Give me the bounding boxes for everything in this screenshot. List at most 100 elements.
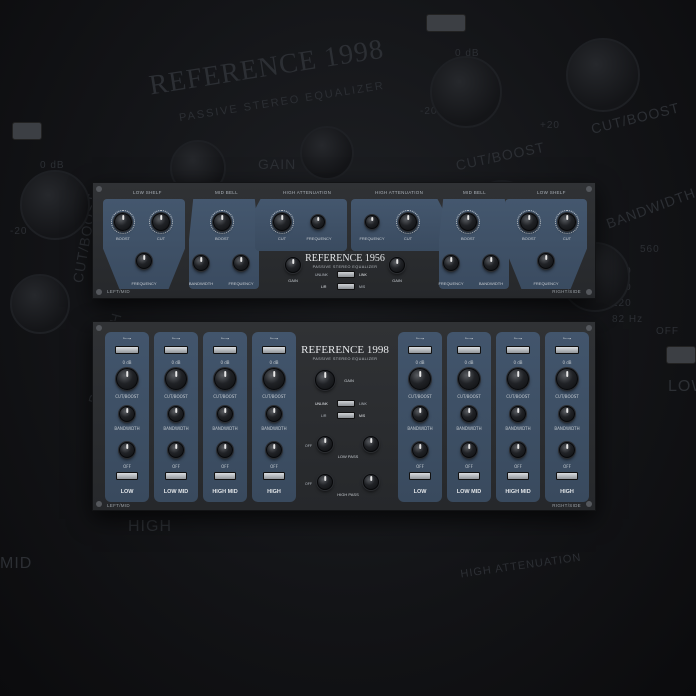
bandwidth-label: BANDWIDTH (114, 426, 140, 431)
band-enable-toggle[interactable] (262, 346, 286, 354)
knob-label: FREQUENCY (533, 281, 559, 286)
cut-boost-knob[interactable] (409, 368, 431, 390)
band-enable-toggle[interactable] (555, 346, 579, 354)
left-low-frequency-knob[interactable] (136, 253, 152, 269)
bandwidth-knob[interactable] (559, 406, 575, 422)
odb-label: 0 dB (171, 360, 181, 365)
band-bypass-toggle[interactable] (116, 472, 138, 480)
frequency-knob[interactable] (412, 442, 428, 458)
screw (586, 501, 592, 507)
cut-boost-knob[interactable] (116, 368, 138, 390)
frequency-knob[interactable] (559, 442, 575, 458)
cut-boost-knob[interactable] (556, 368, 578, 390)
left-high-cut-knob[interactable] (273, 213, 291, 231)
cut-boost-knob[interactable] (165, 368, 187, 390)
left-low-boost-knob[interactable] (114, 213, 132, 231)
band-bypass-toggle[interactable] (458, 472, 480, 480)
left-low-cut-knob[interactable] (152, 213, 170, 231)
band-bypass-toggle[interactable] (165, 472, 187, 480)
right-low-frequency-knob[interactable] (538, 253, 554, 269)
frequency-knob[interactable] (217, 442, 233, 458)
lr-ms-switch[interactable] (337, 283, 355, 290)
bandwidth-knob[interactable] (266, 406, 282, 422)
knob-label: CUT (277, 236, 287, 241)
bg-button (666, 346, 696, 364)
band-bypass-toggle[interactable] (556, 472, 578, 480)
filter-shape-icon: ↼⇁ (513, 336, 523, 342)
bandwidth-knob[interactable] (168, 406, 184, 422)
left-high-pass-knob[interactable] (317, 474, 333, 490)
left-mid-boost-knob[interactable] (213, 213, 231, 231)
bandwidth-knob[interactable] (412, 406, 428, 422)
section-label: LOW SHELF (133, 190, 162, 195)
left-low-pass-knob[interactable] (317, 436, 333, 452)
frequency-knob[interactable] (168, 442, 184, 458)
lr-ms-switch[interactable] (337, 412, 355, 419)
band-bypass-toggle[interactable] (214, 472, 236, 480)
cut-boost-label: CUT/BOOST (555, 394, 579, 399)
band-enable-toggle[interactable] (164, 346, 188, 354)
strip-name: LOW (413, 489, 427, 495)
right-high-cut-knob[interactable] (399, 213, 417, 231)
frequency-knob[interactable] (119, 442, 135, 458)
frequency-knob[interactable] (510, 442, 526, 458)
right-mid-bandwidth-knob[interactable] (483, 255, 499, 271)
bandwidth-knob[interactable] (217, 406, 233, 422)
cut-boost-knob[interactable] (263, 368, 285, 390)
frequency-knob[interactable] (461, 442, 477, 458)
frequency-knob[interactable] (266, 442, 282, 458)
bandwidth-label: BANDWIDTH (163, 426, 189, 431)
bandwidth-knob[interactable] (461, 406, 477, 422)
link-switch[interactable] (337, 271, 355, 278)
band-enable-toggle[interactable] (506, 346, 530, 354)
right-low-cut-knob[interactable] (558, 213, 576, 231)
knob-label: BOOST (460, 236, 476, 241)
off-label: OFF (514, 464, 522, 469)
band-enable-toggle[interactable] (408, 346, 432, 354)
knob-label: BANDWIDTH (188, 281, 214, 286)
section-label: HIGH ATTENUATION (375, 190, 424, 195)
left-high-frequency-knob[interactable] (311, 215, 325, 229)
knob-label: GAIN (392, 278, 402, 283)
bg-highatt-label: HIGH ATTENUATION (459, 551, 583, 581)
lowpass-off-label: OFF (305, 444, 312, 448)
link-switch[interactable] (337, 400, 355, 407)
panel2-subtitle: PASSIVE STEREO EQUALIZER (312, 357, 378, 361)
cut-boost-knob[interactable] (214, 368, 236, 390)
cut-boost-knob[interactable] (507, 368, 529, 390)
bandwidth-knob[interactable] (510, 406, 526, 422)
band-bypass-toggle[interactable] (263, 472, 285, 480)
bandwidth-knob[interactable] (119, 406, 135, 422)
bandwidth-label: BANDWIDTH (261, 426, 287, 431)
cut-boost-knob[interactable] (458, 368, 480, 390)
right-low-pass-knob[interactable] (363, 436, 379, 452)
bg-minus20-left: -20 (10, 226, 28, 237)
right-high-frequency-knob[interactable] (365, 215, 379, 229)
band-bypass-toggle[interactable] (507, 472, 529, 480)
strip-name: HIGH (267, 489, 281, 495)
section-label: MID BELL (215, 190, 238, 195)
band-enable-toggle[interactable] (213, 346, 237, 354)
bg-button (426, 14, 466, 32)
right-side-corner: RIGHT/SIDE (552, 289, 581, 294)
lr-label: L/R (321, 414, 327, 418)
section-label: HIGH ATTENUATION (283, 190, 332, 195)
right-high-pass-knob[interactable] (363, 474, 379, 490)
right-mid-frequency-knob[interactable] (443, 255, 459, 271)
band-enable-toggle[interactable] (115, 346, 139, 354)
bg-button (12, 122, 42, 140)
gain-knob[interactable] (315, 370, 335, 390)
right-mid-boost-knob[interactable] (459, 213, 477, 231)
filter-shape-icon: ↼⇁ (220, 336, 230, 342)
left-mid-frequency-knob[interactable] (233, 255, 249, 271)
right-gain-knob[interactable] (389, 257, 405, 273)
right-low-boost-knob[interactable] (520, 213, 538, 231)
filter-shape-icon: ↼⇁ (415, 336, 425, 342)
band-bypass-toggle[interactable] (409, 472, 431, 480)
ms-label: M/S (359, 414, 366, 418)
right-strip-low-mid: ↼⇁ 0 dB CUT/BOOST BANDWIDTH OFF LOW MID (447, 332, 491, 502)
left-gain-knob[interactable] (285, 257, 301, 273)
left-mid-bandwidth-knob[interactable] (193, 255, 209, 271)
band-enable-toggle[interactable] (457, 346, 481, 354)
filter-shape-icon: ↼⇁ (562, 336, 572, 342)
